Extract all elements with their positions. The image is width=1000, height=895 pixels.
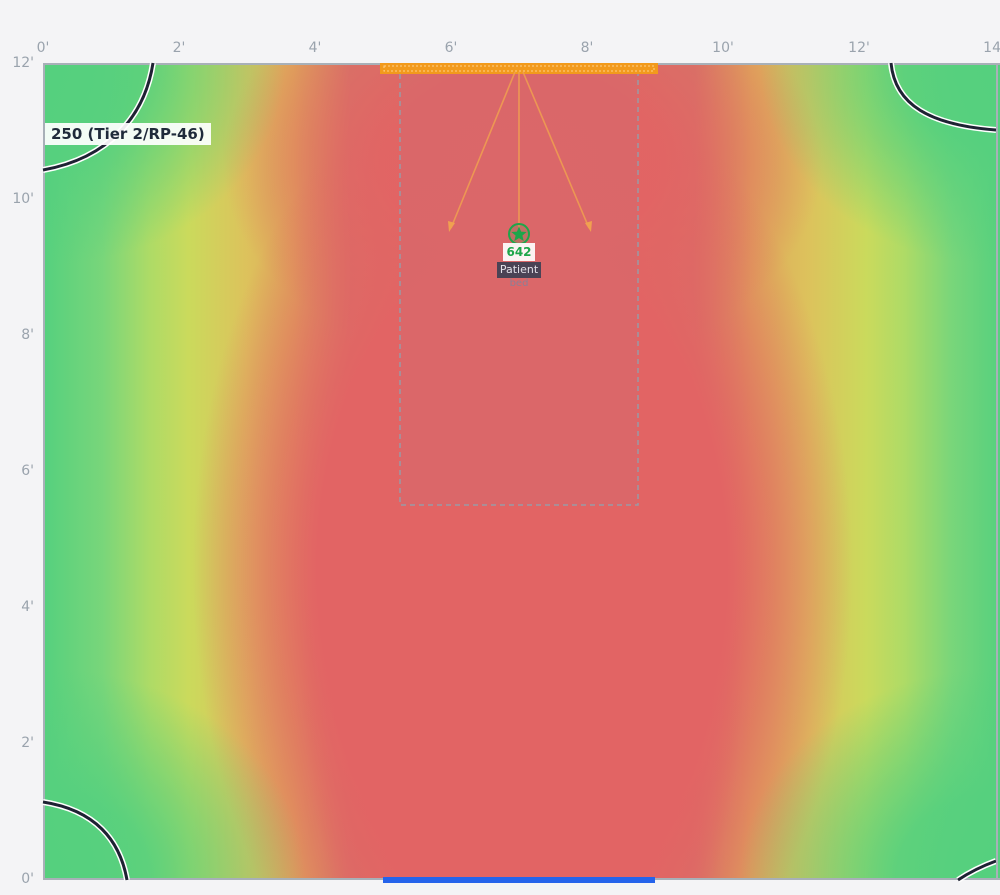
contour-line-top-left	[42, 62, 155, 172]
point-name-label: Patient	[497, 262, 541, 278]
point-sub-label: bed	[509, 278, 529, 289]
star-in-circle-icon	[508, 223, 530, 245]
door-marker	[383, 877, 655, 883]
point-value-label[interactable]: 642	[503, 243, 535, 261]
contour-line-bottom-left	[42, 799, 130, 881]
contour-line-bottom-right	[957, 859, 997, 882]
contour-line-top-left	[42, 62, 156, 173]
level-requirement-label: 250 (Tier 2/RP-46)	[45, 123, 211, 145]
